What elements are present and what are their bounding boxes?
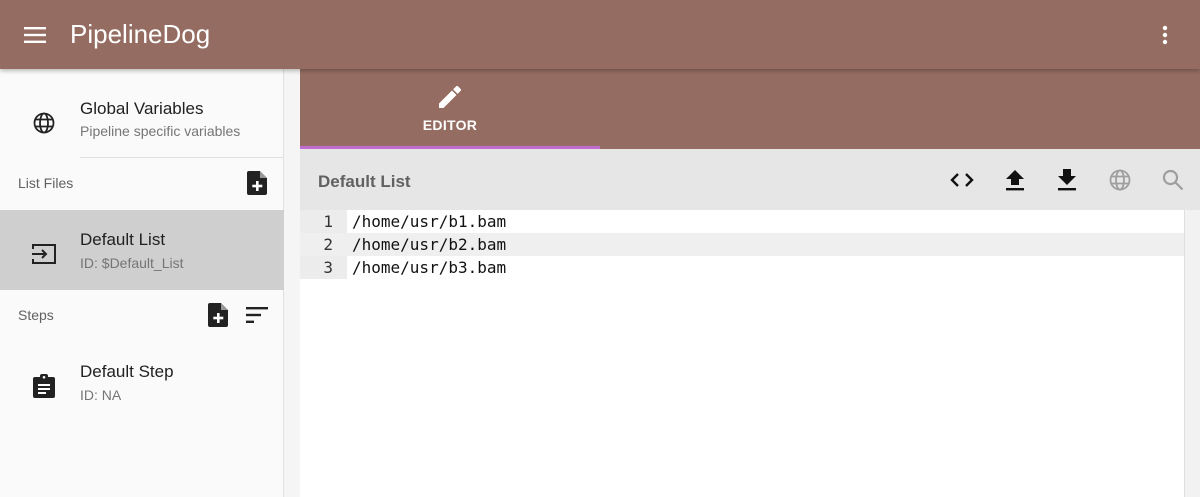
app-bar: PipelineDog [0, 0, 1200, 69]
default-list-id: ID: $Default_List [80, 255, 184, 271]
line-number: 3 [323, 258, 333, 277]
note-add-icon[interactable] [244, 170, 270, 196]
app-title: PipelineDog [70, 19, 211, 49]
editor-title: Default List [318, 172, 411, 191]
line-text: /home/usr/b2.bam [352, 235, 507, 254]
tab-editor-label: EDITOR [422, 117, 478, 133]
code-icon[interactable] [949, 167, 975, 193]
globe-icon[interactable] [1107, 167, 1133, 193]
search-icon[interactable] [1160, 167, 1186, 193]
line-text: /home/usr/b3.bam [352, 258, 507, 277]
upload-icon[interactable] [1002, 167, 1028, 193]
more-vert-icon[interactable] [1150, 18, 1180, 52]
note-add-icon[interactable] [205, 302, 231, 328]
editor-line[interactable]: 3 /home/usr/b3.bam [300, 256, 1184, 279]
input-icon [30, 240, 58, 268]
global-variables-subtitle: Pipeline specific variables [80, 123, 241, 139]
sidebar: Global Variables Pipeline specific varia… [0, 69, 284, 497]
sidebar-item-default-step[interactable]: Default Step ID: NA [0, 340, 284, 420]
editor-line-active[interactable]: 2 /home/usr/b2.bam [300, 233, 1184, 256]
global-variables-title: Global Variables [80, 99, 204, 118]
line-number: 1 [323, 212, 333, 231]
steps-label: Steps [18, 307, 54, 323]
default-list-title: Default List [80, 230, 166, 249]
list-files-label: List Files [18, 175, 74, 191]
editor-toolbar: Default List [300, 149, 1200, 210]
steps-header: Steps [0, 290, 284, 340]
sidebar-item-default-list[interactable]: Default List ID: $Default_List [0, 210, 284, 290]
download-icon[interactable] [1054, 167, 1080, 193]
code-editor[interactable]: 1 /home/usr/b1.bam 2 /home/usr/b2.bam 3 … [300, 210, 1184, 497]
globe-icon [30, 109, 58, 137]
menu-icon[interactable] [18, 18, 52, 52]
line-number: 2 [323, 235, 333, 254]
tab-bar: EDITOR [300, 69, 1200, 149]
editor-line[interactable]: 1 /home/usr/b1.bam [300, 210, 1184, 233]
editor-scrollbar[interactable] [1184, 210, 1200, 497]
default-step-id: ID: NA [80, 387, 122, 403]
list-files-header: List Files [0, 158, 284, 208]
edit-icon [438, 85, 462, 109]
tab-editor[interactable]: EDITOR [300, 69, 600, 149]
sort-icon[interactable] [244, 302, 270, 328]
assignment-icon [30, 372, 58, 400]
default-step-title: Default Step [80, 362, 174, 381]
sidebar-item-global-variables[interactable]: Global Variables Pipeline specific varia… [0, 69, 284, 157]
main-panel: EDITOR Default List 1 /home/usr/b1.bam 2… [300, 69, 1200, 497]
line-text: /home/usr/b1.bam [352, 212, 507, 231]
